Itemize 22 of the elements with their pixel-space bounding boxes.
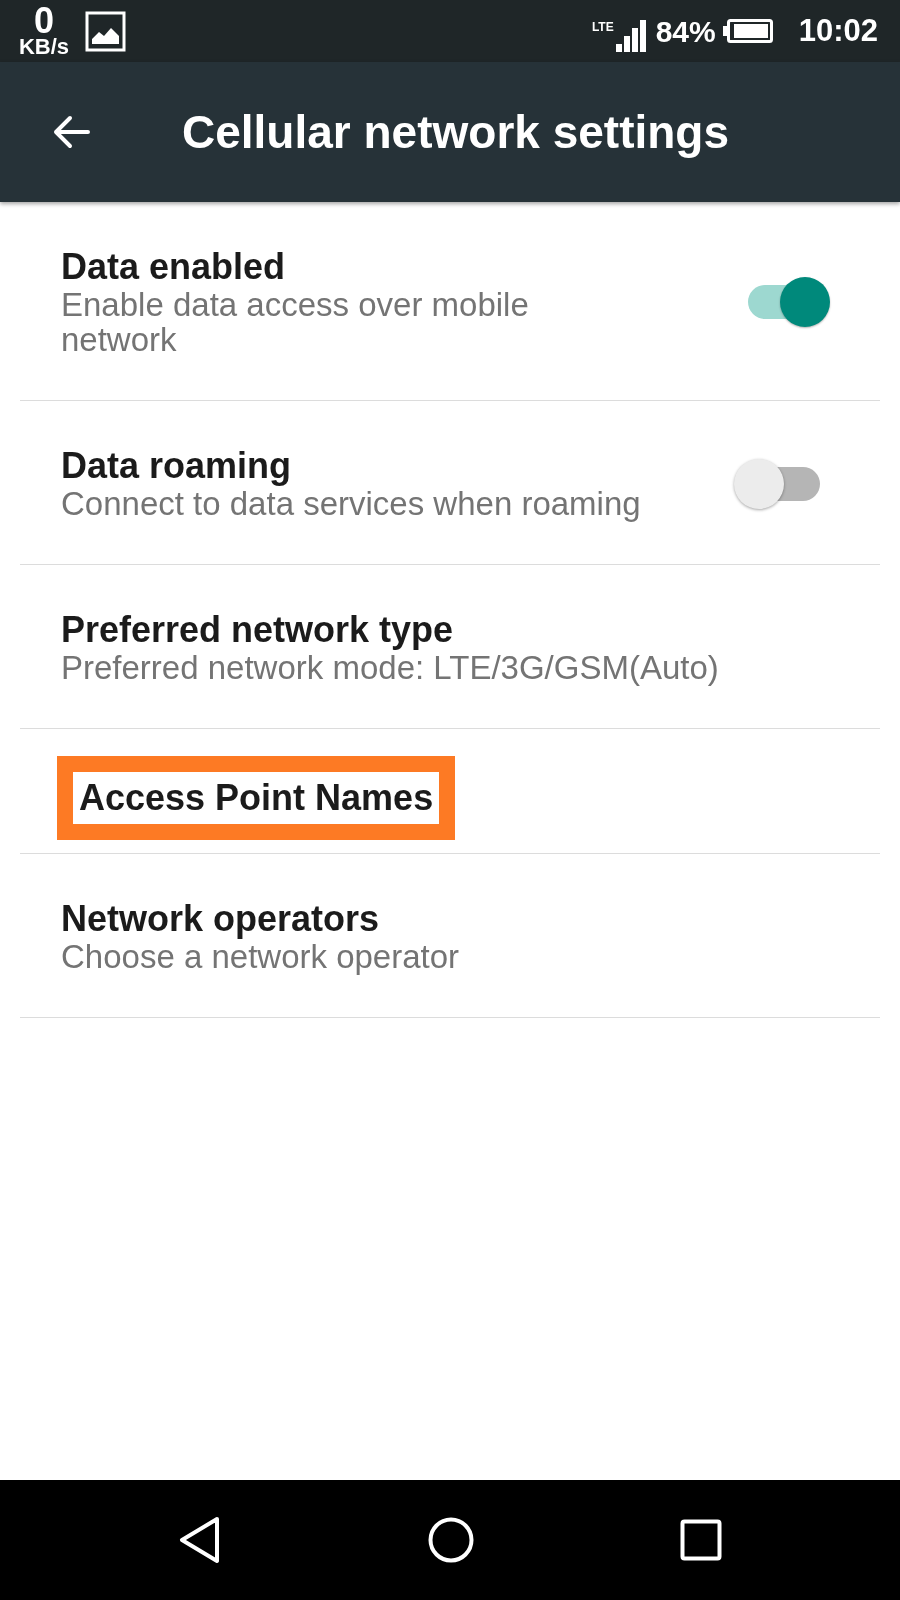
battery-percent: 84% (655, 13, 716, 50)
setting-summary: Connect to data services when roaming (61, 486, 641, 521)
setting-summary: Enable data access over mobile network (61, 287, 530, 357)
setting-title[interactable]: Access Point Names (79, 778, 434, 818)
network-speed-unit: KB/s (18, 37, 70, 57)
battery-icon (722, 19, 773, 43)
setting-summary: Preferred network mode: LTE/3G/GSM(Auto) (61, 650, 719, 685)
network-speed-value: 0 (34, 5, 54, 37)
back-triangle-icon[interactable] (178, 1516, 222, 1564)
back-arrow-icon[interactable] (51, 114, 91, 150)
network-type-label: LTE (591, 20, 614, 33)
screen-title: Cellular network settings (182, 104, 729, 160)
signal-icon (615, 20, 646, 52)
setting-title[interactable]: Network operators (61, 899, 460, 939)
home-circle-icon[interactable] (428, 1517, 474, 1563)
setting-title[interactable]: Data roaming (61, 446, 641, 486)
clock-time: 10:02 (798, 11, 878, 50)
image-icon (85, 10, 126, 52)
setting-title[interactable]: Data enabled (61, 247, 581, 287)
setting-summary: Choose a network operator (61, 939, 460, 974)
setting-title[interactable]: Preferred network type (61, 610, 719, 650)
recent-apps-square-icon[interactable] (680, 1519, 722, 1561)
